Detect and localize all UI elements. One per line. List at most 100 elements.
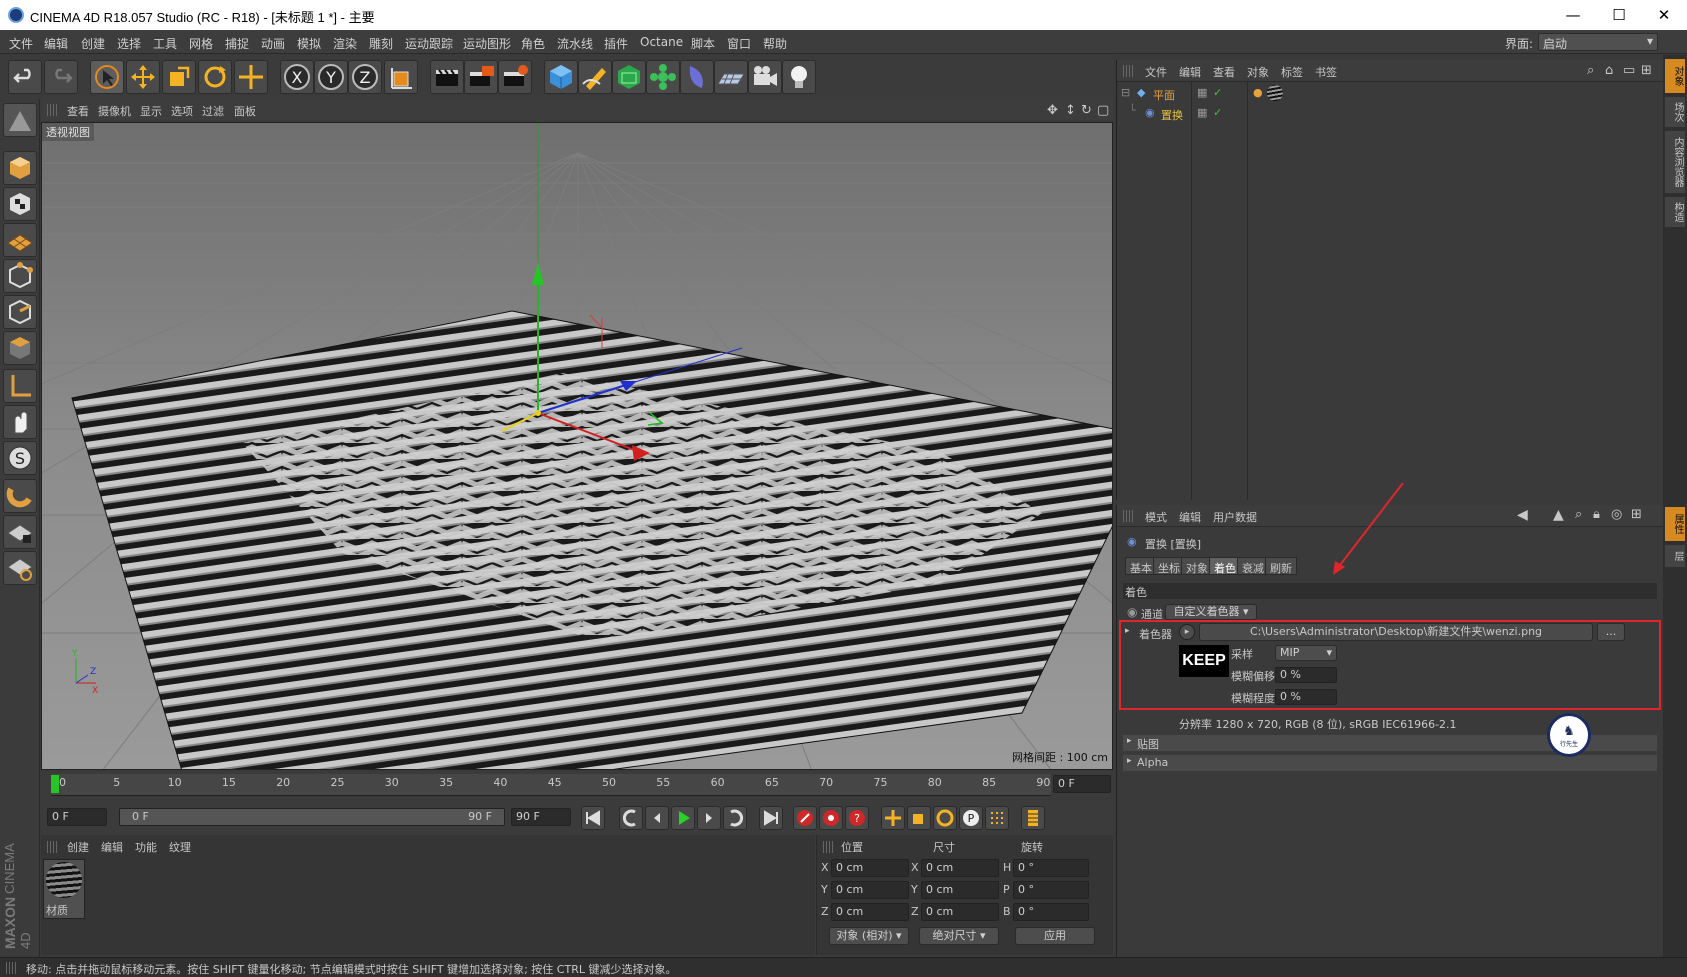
check-icon[interactable]: ✓ [1213,86,1222,99]
viewport-menu-camera[interactable]: 摄像机 [98,103,131,119]
edges-mode-icon[interactable] [3,295,37,329]
tab-content-browser[interactable]: 内容浏览器 [1665,131,1685,193]
object-name[interactable]: 置换 [1161,107,1183,123]
viewport-menu-panel[interactable]: 面板 [234,103,256,119]
om-menu-edit[interactable]: 编辑 [1179,64,1201,80]
workplane-icon[interactable] [3,223,37,257]
menu-help[interactable]: 帮助 [763,35,787,52]
range-slider[interactable]: 0 F 90 F [119,808,505,826]
check-icon[interactable]: ✓ [1213,106,1222,119]
object-name[interactable]: 平面 [1153,87,1175,103]
key-scale-icon[interactable] [907,806,931,830]
back-arrow-icon[interactable]: ◀ [1517,507,1528,523]
om-menu-tag[interactable]: 标签 [1281,64,1303,80]
menu-render[interactable]: 渲染 [333,35,357,52]
lock-icon[interactable]: 🔒︎ [1593,507,1600,522]
up-arrow-icon[interactable]: ▲ [1553,507,1564,523]
next-key-icon[interactable] [723,806,747,830]
position-field[interactable]: 0 cm [831,859,909,877]
new-panel-icon[interactable]: ⊞ [1631,507,1642,522]
rotate-icon[interactable] [198,60,232,94]
menu-file[interactable]: 文件 [9,35,33,52]
tab-objects[interactable]: 对象 [1665,59,1685,93]
start-frame-field[interactable]: 0 F [47,808,107,826]
om-menu-file[interactable]: 文件 [1145,64,1167,80]
menu-octane[interactable]: Octane [640,35,683,49]
material-menu-create[interactable]: 创建 [67,839,89,855]
collapse-icon[interactable]: ⊟ [1121,86,1130,99]
rotation-field[interactable]: 0 ° [1013,859,1089,877]
scale-icon[interactable] [162,60,196,94]
search-icon[interactable]: ⌕ [1587,63,1594,78]
minimize-button[interactable]: — [1550,0,1596,30]
redo-icon[interactable] [44,60,78,94]
timeline-options-icon[interactable] [1021,806,1045,830]
coord-system-icon[interactable] [384,60,418,94]
menu-mesh[interactable]: 网格 [189,35,213,52]
undo-icon[interactable] [8,60,42,94]
shader-path-field[interactable]: C:\Users\Administrator\Desktop\新建文件夹\wen… [1199,623,1593,641]
tab-refresh[interactable]: 刷新 [1265,557,1297,575]
viewport-rotate-icon[interactable]: ↻ [1081,103,1092,118]
object-row-displacer[interactable]: └ ◉ 置换 ▦ ✓ [1117,104,1663,124]
expand-icon[interactable]: ▸ [1125,626,1130,636]
subdivision-icon[interactable] [612,60,646,94]
live-select-icon[interactable] [234,60,268,94]
pen-icon[interactable] [578,60,612,94]
floor-icon[interactable] [714,60,748,94]
tweak-icon[interactable] [3,405,37,439]
render-view-icon[interactable] [430,60,464,94]
home-icon[interactable]: ⌂ [1605,63,1613,78]
menu-simulate[interactable]: 模拟 [297,35,321,52]
model-mode-icon[interactable] [3,151,37,185]
viewport-maximize-icon[interactable]: ▢ [1097,103,1109,118]
perspective-viewport[interactable]: Y X Z 透视视图 网格间距 : 100 cm [41,122,1113,770]
menu-snap[interactable]: 捕捉 [225,35,249,52]
z-axis-icon[interactable]: Z [348,60,382,94]
cloner-icon[interactable] [646,60,680,94]
go-to-start-icon[interactable] [581,806,605,830]
play-icon[interactable] [671,806,695,830]
shader-arrow-icon[interactable]: ▸ [1179,624,1195,640]
size-field[interactable]: 0 cm [921,881,999,899]
viewport-menu-options[interactable]: 选项 [171,103,193,119]
material-menu-function[interactable]: 功能 [135,839,157,855]
menu-window[interactable]: 窗口 [727,35,751,52]
material-tag-icon[interactable] [1267,85,1283,101]
end-frame-field[interactable]: 90 F [511,808,571,826]
polygons-mode-icon[interactable] [3,331,37,365]
menu-animate[interactable]: 动画 [261,35,285,52]
search-icon[interactable]: ⌕ [1575,507,1582,522]
material-menu-texture[interactable]: 纹理 [169,839,191,855]
axis-mode-icon[interactable] [3,369,37,403]
radio-icon[interactable]: ◉ [1127,605,1137,619]
target-icon[interactable]: ◎ [1611,507,1622,522]
key-pla-icon[interactable] [985,806,1009,830]
make-editable-icon[interactable] [3,103,37,137]
menu-motion-tracking[interactable]: 运动跟踪 [405,35,453,52]
menu-edit[interactable]: 编辑 [44,35,68,52]
auto-key-icon[interactable] [819,806,843,830]
size-mode-dropdown[interactable]: 绝对尺寸 ▾ [919,927,999,945]
viewport-menu-filter[interactable]: 过滤 [202,103,224,119]
coord-mode-dropdown[interactable]: 对象 (相对) ▾ [829,927,909,945]
current-frame-field[interactable]: 0 F [1053,775,1111,793]
prev-key-icon[interactable] [619,806,643,830]
render-settings-icon[interactable] [498,60,532,94]
blur-scale-field[interactable]: 0 % [1275,689,1337,705]
deformer-icon[interactable] [680,60,714,94]
viewport-move-icon[interactable]: ✥ [1047,103,1058,118]
keyframe-selection-icon[interactable]: ? [845,806,869,830]
rotation-field[interactable]: 0 ° [1013,903,1089,921]
key-rotation-icon[interactable] [933,806,957,830]
tab-structure[interactable]: 构造 [1665,197,1685,227]
viewport-menu-display[interactable]: 显示 [140,103,162,119]
menu-character[interactable]: 角色 [521,35,545,52]
record-icon[interactable] [793,806,817,830]
section-alpha[interactable]: ▸ Alpha [1123,755,1657,771]
tab-attributes[interactable]: 属性 [1665,507,1685,541]
x-axis-icon[interactable]: X [280,60,314,94]
render-picture-viewer-icon[interactable] [464,60,498,94]
move-icon[interactable] [126,60,160,94]
position-field[interactable]: 0 cm [831,881,909,899]
